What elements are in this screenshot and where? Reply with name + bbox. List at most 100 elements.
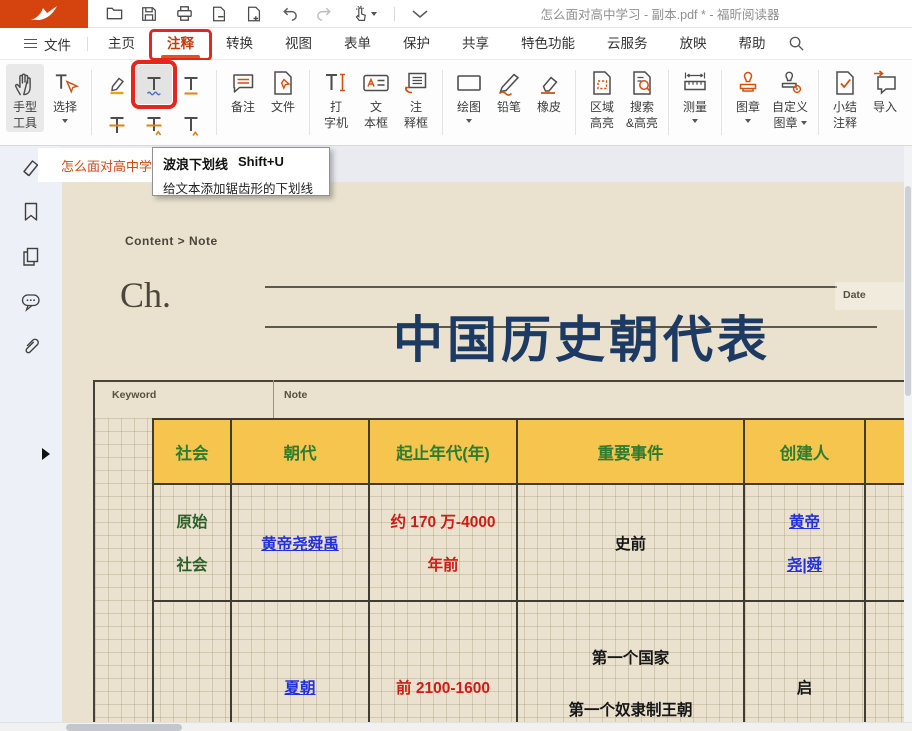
- select-tool-label: 选择: [53, 100, 77, 116]
- menu-tab-convert[interactable]: 转换: [210, 28, 269, 60]
- founder-link[interactable]: 尧|舜: [787, 553, 822, 575]
- textbox-button[interactable]: 文 本框: [357, 64, 395, 132]
- drawing-dropdown-caret[interactable]: [466, 119, 472, 123]
- pencil-button[interactable]: 铅笔: [490, 64, 528, 117]
- active-tab-indicator: [161, 55, 200, 59]
- eraser-label: 橡皮: [537, 100, 561, 116]
- callout-icon: [402, 67, 430, 99]
- menu-tab-form[interactable]: 表单: [328, 28, 387, 60]
- menu-tab-help[interactable]: 帮助: [723, 28, 782, 60]
- breadcrumb: Content > Note: [125, 234, 218, 248]
- pdf-page: Content > Note Ch. Date 中国历史朝代表 Keyword …: [62, 182, 904, 722]
- search-highlight-button[interactable]: 搜索 &高亮: [623, 64, 661, 132]
- stamp-icon: [734, 67, 762, 99]
- custom-stamp-icon: [775, 67, 805, 99]
- save-icon[interactable]: [139, 4, 159, 24]
- expand-panel-arrow[interactable]: [42, 448, 50, 460]
- measure-dropdown-caret[interactable]: [692, 119, 698, 123]
- attachments-panel-icon[interactable]: [20, 336, 42, 358]
- bookmarks-panel-icon[interactable]: [20, 201, 42, 223]
- textbox-icon: [361, 67, 391, 99]
- callout-button[interactable]: 注 释框: [397, 64, 435, 132]
- vertical-scrollbar[interactable]: [904, 146, 912, 722]
- menu-tab-comment[interactable]: 注释: [151, 28, 210, 60]
- open-file-icon[interactable]: [104, 4, 124, 24]
- menu-tab-features[interactable]: 特色功能: [505, 28, 591, 60]
- drawing-button[interactable]: 绘图: [450, 64, 488, 124]
- pages-panel-icon[interactable]: [20, 246, 42, 268]
- select-tool-button[interactable]: 选择: [46, 64, 84, 124]
- summary-check-icon: [831, 67, 859, 99]
- touch-mode-dropdown-caret[interactable]: [371, 12, 377, 16]
- redo-icon[interactable]: [314, 4, 334, 24]
- select-dropdown-caret[interactable]: [62, 119, 68, 123]
- search-icon[interactable]: [788, 35, 805, 52]
- stamp-dropdown-caret[interactable]: [745, 119, 751, 123]
- menu-tab-home[interactable]: 主页: [92, 28, 151, 60]
- underline-tool[interactable]: [173, 65, 209, 104]
- custom-stamp-button[interactable]: 自定义 图章: [769, 64, 811, 132]
- close-document-icon[interactable]: [209, 4, 229, 24]
- table-cell-period: 前 2100-1600: [370, 602, 518, 722]
- summary-notes-label: 小结 注释: [833, 100, 857, 131]
- eraser-button[interactable]: 橡皮: [530, 64, 568, 117]
- new-document-icon[interactable]: [244, 4, 264, 24]
- strikeout-tool[interactable]: [99, 105, 135, 144]
- table-cell-extra: [866, 602, 904, 722]
- ribbon-divider: [575, 70, 576, 135]
- dynasty-link[interactable]: 夏朝: [284, 676, 315, 698]
- menu-tab-cloud[interactable]: 云服务: [591, 28, 664, 60]
- comments-panel-icon[interactable]: [20, 291, 42, 313]
- ribbon-divider: [668, 70, 669, 135]
- pencil-label: 铅笔: [497, 100, 521, 116]
- collapse-toolbar-chevron-icon[interactable]: [410, 4, 430, 24]
- insert-text-tool[interactable]: [173, 105, 209, 144]
- print-icon[interactable]: [174, 4, 194, 24]
- area-highlight-button[interactable]: 区域 高亮: [583, 64, 621, 132]
- cell-text: 原始: [176, 510, 207, 532]
- founder-link[interactable]: 黄帝: [789, 510, 820, 532]
- cell-text: 史前: [615, 532, 646, 554]
- note-comment-button[interactable]: 备注: [224, 64, 262, 117]
- menu-tab-share[interactable]: 共享: [446, 28, 505, 60]
- toolbar-divider: [394, 7, 395, 21]
- dynasty-link[interactable]: 黄帝尧舜禹: [261, 532, 339, 554]
- summary-notes-button[interactable]: 小结 注释: [826, 64, 864, 132]
- file-attachment-button[interactable]: 文件: [264, 64, 302, 117]
- undo-icon[interactable]: [279, 4, 299, 24]
- measure-button[interactable]: 测量: [676, 64, 714, 124]
- menu-tab-view[interactable]: 视图: [269, 28, 328, 60]
- menu-file[interactable]: 文件: [12, 34, 83, 54]
- cell-text: 启: [797, 676, 813, 698]
- menu-tab-present[interactable]: 放映: [664, 28, 723, 60]
- note-label: Note: [284, 389, 307, 401]
- typewriter-button[interactable]: 打 字机: [317, 64, 355, 132]
- squiggly-underline-tool[interactable]: [136, 65, 172, 104]
- tooltip-shortcut: Shift+U: [238, 154, 284, 173]
- document-viewport[interactable]: Content > Note Ch. Date 中国历史朝代表 Keyword …: [62, 182, 904, 722]
- area-highlight-label: 区域 高亮: [590, 100, 614, 131]
- ribbon-divider: [309, 70, 310, 135]
- touch-mode-icon[interactable]: [349, 4, 379, 24]
- ribbon-divider: [216, 70, 217, 135]
- menu-tab-protect[interactable]: 保护: [387, 28, 446, 60]
- stamp-label: 图章: [736, 100, 760, 116]
- cell-text: 前 2100-1600: [396, 676, 490, 698]
- hand-tool-button[interactable]: 手型 工具: [6, 64, 44, 132]
- highlight-text-tool[interactable]: [99, 65, 135, 104]
- horizontal-scrollbar[interactable]: [0, 722, 912, 731]
- date-label: Date: [843, 289, 866, 301]
- file-attachment-label: 文件: [271, 100, 295, 116]
- tooltip-description: 给文本添加锯齿形的下划线: [163, 178, 319, 197]
- horizontal-scrollbar-thumb[interactable]: [66, 724, 182, 731]
- table-header-founder: 创建人: [745, 420, 866, 485]
- pencil-icon: [495, 67, 523, 99]
- hamburger-icon: [24, 36, 37, 51]
- callout-label: 注 释框: [404, 100, 428, 131]
- vertical-scrollbar-thumb[interactable]: [905, 186, 911, 396]
- custom-stamp-label: 自定义 图章: [772, 100, 808, 131]
- import-comments-button[interactable]: 导入: [866, 64, 904, 117]
- section-rule: [93, 380, 904, 382]
- stamp-button[interactable]: 图章: [729, 64, 767, 124]
- replace-text-tool[interactable]: [136, 105, 172, 144]
